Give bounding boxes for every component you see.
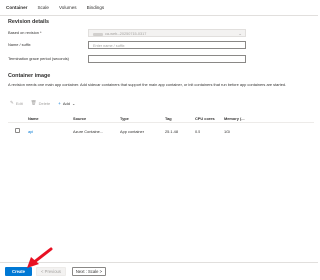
container-cpu: 0.5 [195, 128, 201, 134]
container-name-link[interactable]: api [28, 129, 33, 134]
add-label: Add [62, 100, 70, 106]
next-scale-button[interactable]: Next : Scale > [72, 267, 106, 276]
container-source: Azure Containe... [73, 128, 104, 134]
chevron-down-icon: ⌄ [71, 100, 76, 106]
container-tag: 25.1.48 [165, 128, 178, 134]
name-suffix-placeholder: Enter name / suffix [93, 43, 125, 48]
container-type: App container [120, 128, 145, 134]
name-suffix-label: Name / suffix [8, 42, 31, 47]
table-row[interactable]: api Azure Containe... App container 25.1… [8, 126, 314, 136]
column-header-cpu[interactable]: CPU cores [195, 116, 215, 121]
revision-details-heading: Revision details [8, 19, 50, 25]
delete-label: Delete [38, 100, 51, 106]
name-suffix-row: Name / suffix Enter name / suffix [8, 41, 246, 49]
termination-grace-row: Termination grace period (seconds) [8, 55, 246, 63]
container-toolbar: ✎ Edit 🗑︎ Delete + Add ⌄ [10, 99, 75, 107]
based-on-revision-label: Based on revision * [8, 30, 42, 35]
container-image-description: A revision needs one main app container.… [8, 82, 287, 87]
edit-button[interactable]: ✎ Edit [10, 100, 23, 106]
row-checkbox[interactable] [15, 128, 20, 133]
table-header: Name Source Type Tag CPU cores Memory (.… [8, 113, 314, 123]
add-button[interactable]: + Add ⌄ [58, 101, 75, 106]
containers-table: Name Source Type Tag CPU cores Memory (.… [8, 113, 314, 136]
based-on-revision-row: Based on revision * ca-web--20250715-031… [8, 29, 246, 37]
based-on-revision-value: ca-web--20250715-0317 [105, 31, 147, 36]
delete-button[interactable]: 🗑︎ Delete [31, 100, 50, 106]
annotation-arrow-icon [27, 247, 53, 268]
termination-grace-label: Termination grace period (seconds) [8, 56, 69, 61]
based-on-revision-select[interactable]: ca-web--20250715-0317 ⌄ [88, 29, 246, 37]
trash-icon: 🗑︎ [30, 100, 37, 105]
plus-icon: + [58, 100, 61, 106]
container-memory: 1Gi [224, 128, 231, 134]
container-image-heading: Container image [8, 73, 51, 79]
column-header-source[interactable]: Source [73, 116, 86, 121]
chevron-down-icon: ⌄ [238, 31, 242, 36]
termination-grace-input[interactable] [88, 55, 246, 63]
edit-label: Edit [15, 100, 23, 106]
column-header-type[interactable]: Type [120, 116, 129, 121]
tab-divider [0, 15, 318, 16]
redacted-prefix [93, 32, 103, 36]
column-header-name[interactable]: Name [28, 116, 39, 121]
name-suffix-input[interactable]: Enter name / suffix [88, 41, 246, 49]
pencil-icon: ✎ [10, 100, 14, 105]
column-header-memory[interactable]: Memory (... [224, 116, 250, 121]
column-header-tag[interactable]: Tag [165, 116, 172, 121]
